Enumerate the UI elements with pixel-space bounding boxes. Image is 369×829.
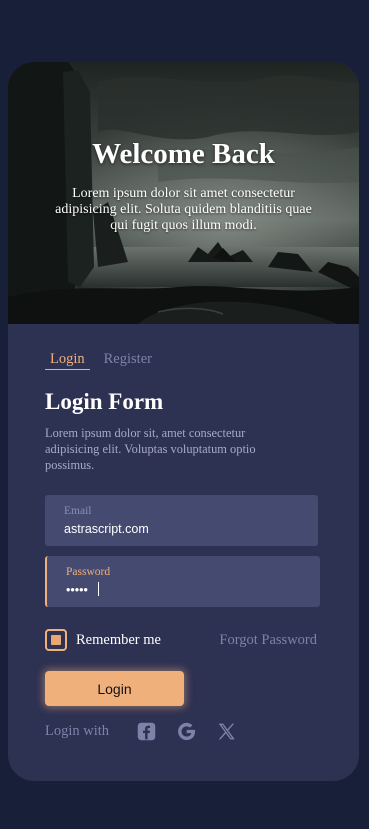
checkbox-checked-indicator — [51, 635, 61, 645]
password-label: Password — [66, 566, 111, 578]
text-caret — [98, 582, 99, 596]
facebook-icon[interactable] — [136, 721, 157, 742]
login-card: Welcome Back Lorem ipsum dolor sit amet … — [8, 62, 359, 781]
hero-banner: Welcome Back Lorem ipsum dolor sit amet … — [8, 62, 359, 324]
auth-tabs: Login Register — [45, 351, 157, 370]
social-login-row: Login with — [45, 721, 256, 742]
hero-title: Welcome Back — [92, 138, 275, 170]
email-label: Email — [64, 505, 92, 517]
forgot-password-link[interactable]: Forgot Password — [219, 632, 317, 649]
password-input[interactable]: ••••• — [66, 583, 306, 597]
login-button[interactable]: Login — [45, 671, 184, 706]
login-with-label: Login with — [45, 723, 110, 739]
remember-me[interactable]: Remember me — [45, 629, 161, 651]
tab-login[interactable]: Login — [45, 351, 90, 370]
x-icon[interactable] — [216, 721, 237, 742]
password-field[interactable]: Password ••••• — [45, 556, 320, 607]
remember-checkbox[interactable] — [45, 629, 67, 651]
form-description: Lorem ipsum dolor sit, amet consectetur … — [45, 426, 256, 472]
hero-subtitle: Lorem ipsum dolor sit amet consectetur a… — [55, 186, 312, 233]
remember-label: Remember me — [76, 631, 161, 648]
email-input[interactable] — [64, 522, 304, 536]
form-title: Login Form — [45, 389, 164, 414]
email-field[interactable]: Email — [45, 495, 318, 546]
google-icon[interactable] — [176, 721, 197, 742]
tab-register[interactable]: Register — [99, 351, 157, 370]
